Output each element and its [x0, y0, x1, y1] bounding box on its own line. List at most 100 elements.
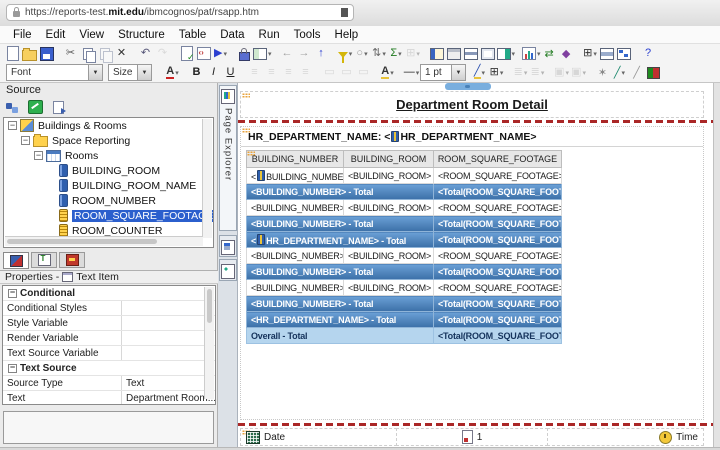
menu-table[interactable]: Table: [172, 26, 214, 44]
apply-style-button[interactable]: [628, 65, 645, 81]
total-value-cell[interactable]: <Total(ROOM_SQUARE_FOOTAGE)>: [433, 215, 562, 232]
menu-run[interactable]: Run: [252, 26, 287, 44]
tree-item-room-number[interactable]: ROOM_NUMBER: [4, 193, 213, 208]
sort-button[interactable]: ⇅: [371, 46, 388, 62]
menu-structure[interactable]: Structure: [111, 26, 172, 44]
property-row-text-source-variable[interactable]: Text Source Variable: [3, 346, 215, 361]
conditional-styles-button[interactable]: [645, 65, 662, 81]
tree-item-building-room-name[interactable]: BUILDING_ROOM_NAME: [4, 178, 213, 193]
list-cell[interactable]: <ROOM_SQUARE_FOOTAGE>: [433, 247, 562, 264]
property-row-style-variable[interactable]: Style Variable: [3, 316, 215, 331]
master-label-row[interactable]: HR_DEPARTMENT_NAME: < HR_DEPARTMENT_NAME>: [241, 127, 703, 147]
tree-item-building-room[interactable]: BUILDING_ROOM: [4, 163, 213, 178]
swap-rows-and-columns-button[interactable]: [541, 46, 558, 62]
footer-page-number-cell[interactable]: 1: [396, 428, 548, 446]
list-cell[interactable]: <ROOM_SQUARE_FOOTAGE>: [433, 279, 562, 296]
page-header-footer-button[interactable]: [429, 46, 446, 62]
list-indent-button[interactable]: ≣: [512, 65, 529, 81]
open-report-button[interactable]: [21, 46, 38, 62]
auto-group-button[interactable]: ⊞: [405, 46, 422, 62]
tree-vertical-scrollbar[interactable]: [202, 119, 212, 238]
collapse-expander[interactable]: [8, 121, 17, 130]
list-cell[interactable]: <BUILDING_ROOM>: [343, 279, 434, 296]
total-label-cell[interactable]: <HR_DEPARTMENT_NAME> - Total: [246, 231, 434, 248]
font-color-button[interactable]: [164, 65, 181, 81]
paste-button[interactable]: [96, 46, 113, 63]
total-value-cell[interactable]: <Total(ROOM_SQUARE_FOOTAGE)>: [433, 263, 562, 280]
page-set-button[interactable]: [480, 46, 497, 62]
pick-up-style-button[interactable]: [611, 65, 628, 81]
property-row-text[interactable]: Text Department Room...: [3, 391, 215, 404]
total-label-cell[interactable]: <BUILDING_NUMBER> - Total: [246, 295, 434, 312]
refresh-metadata-button[interactable]: [27, 99, 44, 115]
list-cell[interactable]: <ROOM_SQUARE_FOOTAGE>: [433, 199, 562, 216]
menu-help[interactable]: Help: [328, 26, 366, 44]
list-cell[interactable]: <BUILDING_ROOM>: [343, 167, 434, 184]
tree-item-buildings-rooms[interactable]: Buildings & Rooms: [4, 118, 213, 133]
list-outdent-button[interactable]: ≣: [529, 65, 546, 81]
align-left-button[interactable]: ≡: [246, 65, 263, 81]
border-color-button[interactable]: [471, 65, 488, 81]
tree-horizontal-scrollbar[interactable]: [5, 236, 203, 246]
tab-toolbox[interactable]: [59, 252, 85, 268]
menu-view[interactable]: View: [72, 26, 111, 44]
total-label-cell[interactable]: Overall - Total: [246, 327, 434, 344]
property-row-text-source[interactable]: Text Source: [3, 361, 215, 376]
property-value[interactable]: [121, 301, 215, 315]
list-cell[interactable]: <BUILDING_ROOM>: [343, 199, 434, 216]
section-expander[interactable]: [8, 288, 17, 298]
property-value[interactable]: Department Room...: [121, 391, 215, 404]
property-value[interactable]: [121, 316, 215, 330]
drag-handle-dots[interactable]: [242, 93, 250, 98]
help-button[interactable]: ?: [640, 46, 657, 62]
property-row-source-type[interactable]: Source Type Text: [3, 376, 215, 391]
total-value-cell[interactable]: <Total(ROOM_SQUARE_FOOTAGE)>: [433, 183, 562, 200]
list-cell[interactable]: <BUILDING_NUMBER>: [246, 167, 344, 184]
tree-item-room-square-footage[interactable]: ROOM_SQUARE_FOOTAGE: [4, 208, 213, 223]
background-color-button[interactable]: [379, 65, 396, 81]
property-value[interactable]: Text: [121, 376, 215, 390]
cut-button[interactable]: ✂: [62, 46, 79, 62]
column-header-building_number[interactable]: BUILDING_NUMBER: [246, 150, 344, 168]
frame-top-button[interactable]: ▭: [321, 65, 338, 81]
line-style-button[interactable]: —: [403, 65, 420, 81]
borders-button[interactable]: ⊞: [488, 65, 505, 81]
footer-time-cell[interactable]: Time: [547, 428, 704, 446]
page-explorer-tab[interactable]: Page Explorer: [219, 85, 237, 231]
suppress-button[interactable]: ○: [354, 46, 371, 62]
property-row-conditional[interactable]: Conditional: [3, 286, 215, 301]
tree-item-space-reporting[interactable]: Space Reporting: [4, 133, 213, 148]
total-label-cell[interactable]: <BUILDING_NUMBER> - Total: [246, 215, 434, 232]
underline-button[interactable]: U: [222, 65, 239, 81]
lock-page-objects-button[interactable]: [236, 46, 253, 62]
total-value-cell[interactable]: <Total(ROOM_SQUARE_FOOTAGE)>: [433, 311, 562, 328]
list-cell[interactable]: <ROOM_SQUARE_FOOTAGE>: [433, 167, 562, 184]
menu-data[interactable]: Data: [213, 26, 251, 44]
address-input[interactable]: https://reports-test.mit.edu/ibmcognos/p…: [6, 4, 354, 21]
clear-formatting-button[interactable]: [594, 65, 611, 81]
report-xml-button[interactable]: [195, 46, 212, 62]
calculation-button[interactable]: [446, 46, 463, 62]
property-row-render-variable[interactable]: Render Variable: [3, 331, 215, 346]
total-value-cell[interactable]: <Total(ROOM_SQUARE_FOOTAGE)>: [433, 231, 562, 248]
drag-handle-dots[interactable]: [242, 128, 250, 133]
run-report-button[interactable]: ▶: [212, 46, 229, 62]
italic-button[interactable]: I: [205, 65, 222, 81]
column-header-room_square_footage[interactable]: ROOM_SQUARE_FOOTAGE: [433, 150, 562, 168]
column-header-building_room[interactable]: BUILDING_ROOM: [343, 150, 434, 168]
list-cell[interactable]: <BUILDING_NUMBER>: [246, 199, 344, 216]
align-justify-button[interactable]: ≡: [297, 65, 314, 81]
center-block-button[interactable]: [599, 46, 616, 62]
copy-formatting-button[interactable]: ▣: [570, 65, 587, 81]
footer-date-cell[interactable]: Date: [240, 428, 397, 446]
page-header-block[interactable]: Department Room Detail: [240, 91, 704, 118]
line-weight-select[interactable]: 1 pt ▼: [420, 64, 466, 81]
copy-button[interactable]: [79, 46, 96, 63]
total-label-cell[interactable]: <HR_DEPARTMENT_NAME> - Total: [246, 311, 434, 328]
redo-button[interactable]: ↷: [154, 46, 171, 62]
chevron-down-icon[interactable]: ▼: [137, 65, 151, 80]
font-family-select[interactable]: Font ▼: [6, 64, 103, 81]
total-label-cell[interactable]: <BUILDING_NUMBER> - Total: [246, 263, 434, 280]
total-value-cell[interactable]: <Total(ROOM_SQUARE_FOOTAGE)>: [433, 295, 562, 312]
up-a-level-button[interactable]: ↑: [313, 46, 330, 62]
